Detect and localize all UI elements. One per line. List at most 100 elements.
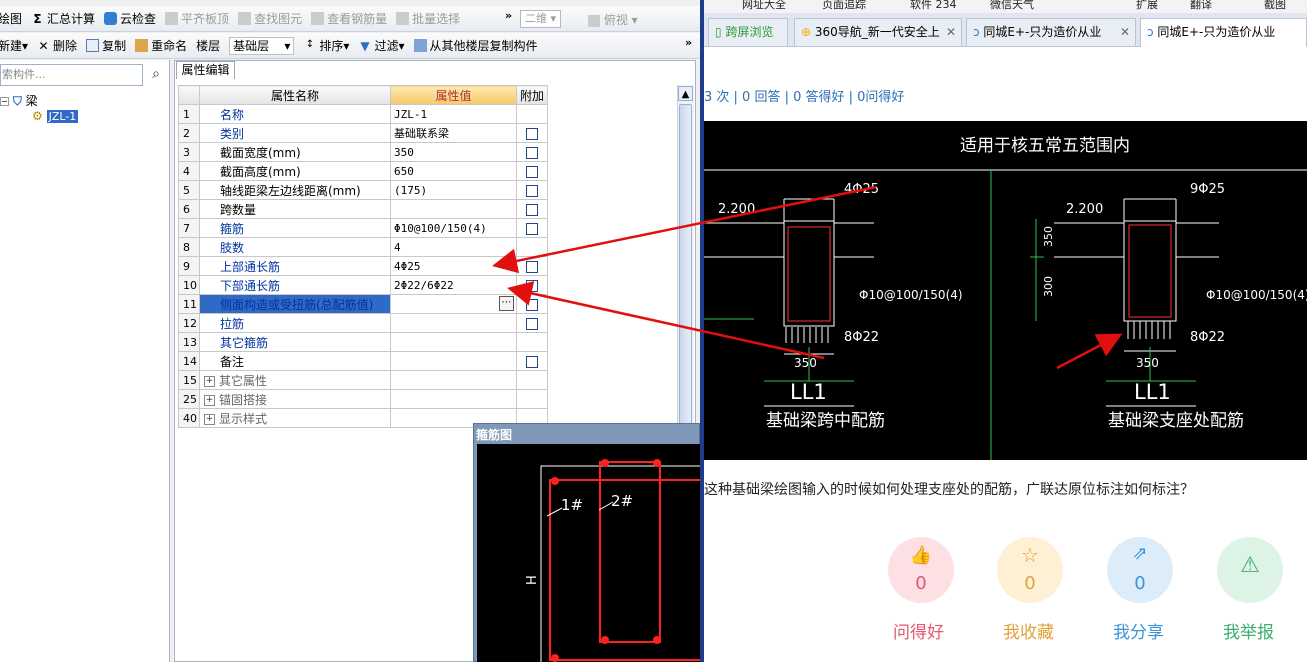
property-value[interactable] — [390, 199, 517, 219]
property-row[interactable]: 14 备注 — [178, 351, 548, 371]
view-rebar-button[interactable]: 查看钢筋量 — [311, 10, 387, 27]
property-value[interactable]: JZL-1 — [390, 104, 517, 124]
property-row[interactable]: 13 其它箍筋 — [178, 332, 548, 352]
attach-checkbox[interactable] — [526, 165, 538, 178]
property-row[interactable]: 15 + 其它属性 — [178, 370, 548, 390]
attach-checkbox[interactable] — [526, 260, 538, 273]
cloud-check-button[interactable]: 云检查 — [104, 10, 156, 27]
property-row[interactable]: 5 轴线距梁左边线距离(mm) (175) — [178, 180, 548, 200]
attach-checkbox[interactable] — [526, 355, 538, 368]
property-row[interactable]: 2 类别 基础联系梁 — [178, 123, 548, 143]
component-toolbar: 新建 ▾ ✕ 删除 复制 重命名 楼层 基础层 ▾ ↕ 排序 ▾ ▼ 过滤 ▾ 从其他… — [0, 33, 700, 59]
scroll-up-icon[interactable]: ▲ — [678, 86, 693, 101]
bookmark-2[interactable]: 软件 234 — [910, 0, 957, 12]
property-row[interactable]: 3 截面宽度(mm) 350 — [178, 142, 548, 162]
property-row[interactable]: 10 下部通长筋 2Φ22/6Φ22 — [178, 275, 548, 295]
tab-360-nav[interactable]: ⊕ 360导航_新一代安全上 ✕ — [794, 18, 962, 46]
bookmark-0[interactable]: 网址大全 — [742, 0, 786, 12]
property-value[interactable]: (175) — [390, 180, 517, 200]
attach-checkbox[interactable] — [526, 146, 538, 159]
bookmark-6[interactable]: 截图 — [1264, 0, 1286, 12]
report-button[interactable]: ⚠ — [1217, 537, 1283, 603]
property-value[interactable] — [390, 332, 517, 352]
property-row[interactable]: 25 + 锚固搭接 — [178, 389, 548, 409]
property-row[interactable]: 11 侧面构造或受扭筋(总配筋值) ⋯ — [178, 294, 548, 314]
attach-checkbox[interactable] — [526, 298, 538, 311]
tree-collapse-icon[interactable]: − — [0, 97, 9, 106]
ellipsis-button[interactable]: ⋯ — [499, 296, 514, 311]
filter-button[interactable]: ▼ 过滤 ▾ — [358, 37, 404, 54]
tree-node-beam[interactable]: − ⛉ 梁 — [0, 92, 38, 109]
attach-checkbox[interactable] — [526, 222, 538, 235]
floor-select[interactable]: 基础层 ▾ — [229, 36, 295, 55]
favorite-label[interactable]: 我收藏 — [1003, 618, 1054, 643]
align-slab-top-button[interactable]: 平齐板顶 — [165, 10, 229, 27]
search-icon[interactable]: ⌕ — [146, 64, 166, 86]
expand-plus-icon[interactable]: + — [204, 394, 215, 406]
property-value[interactable]: Φ10@100/150(4) — [390, 218, 517, 238]
property-value[interactable]: 650 — [390, 161, 517, 181]
property-row[interactable]: 9 上部通长筋 4Φ25 — [178, 256, 548, 276]
copy-button[interactable]: 复制 — [86, 37, 126, 54]
tab-cross-screen[interactable]: ▯ 跨屏浏览 — [708, 18, 788, 46]
report-label[interactable]: 我举报 — [1223, 618, 1274, 643]
summary-calc-button[interactable]: Σ 汇总计算 — [31, 10, 95, 27]
like-question-button[interactable]: 👍 0 — [888, 537, 954, 603]
bookmark-1[interactable]: 页面追踪 — [822, 0, 866, 12]
tab-tongcheng-2[interactable]: ↄ 同城E+-只为造价从业 — [1140, 18, 1307, 47]
property-row[interactable]: 1 名称 JZL-1 — [178, 104, 548, 124]
property-row[interactable]: 12 拉筋 — [178, 313, 548, 333]
property-value[interactable] — [390, 351, 517, 371]
attach-checkbox[interactable] — [526, 203, 538, 216]
attach-cell — [516, 104, 548, 124]
like-question-label[interactable]: 问得好 — [893, 618, 944, 643]
tree-node-jzl1[interactable]: ⚙ JZL-1 — [32, 109, 79, 123]
property-value[interactable]: ⋯ — [390, 294, 517, 314]
property-value[interactable] — [390, 313, 517, 333]
attach-checkbox[interactable] — [526, 317, 538, 330]
view-dimension-select[interactable]: 二维 ▾ — [520, 10, 562, 28]
batch-select-button[interactable]: 批量选择 — [396, 10, 460, 27]
bookmark-4[interactable]: 扩展 — [1136, 0, 1158, 12]
property-value[interactable]: 4 — [390, 237, 517, 257]
bookmark-5[interactable]: 翻译 — [1190, 0, 1212, 12]
property-row[interactable]: 8 肢数 4 — [178, 237, 548, 257]
close-tab-icon[interactable]: ✕ — [946, 19, 956, 45]
tab-tongcheng-1[interactable]: ↄ 同城E+-只为造价从业 ✕ — [966, 18, 1136, 46]
rename-button[interactable]: 重命名 — [135, 37, 187, 54]
attach-checkbox[interactable] — [526, 127, 538, 140]
tab-property-edit[interactable]: 属性编辑 — [176, 61, 235, 79]
find-element-button[interactable]: 查找图元 — [238, 10, 302, 27]
property-value[interactable]: 基础联系梁 — [390, 123, 517, 143]
bookmark-3[interactable]: 微信天气 — [990, 0, 1034, 12]
property-value[interactable] — [390, 389, 517, 409]
property-row[interactable]: 6 跨数量 — [178, 199, 548, 219]
new-button[interactable]: 新建 ▾ — [0, 37, 28, 54]
left-width-label: 350 — [794, 356, 817, 370]
draw-button[interactable]: 绘图 — [0, 10, 22, 27]
component-search-input[interactable]: 索构件... — [0, 64, 143, 86]
view-mode-select[interactable]: 俯视 ▾ — [588, 11, 638, 28]
toolbar1-overflow-chevron[interactable]: » — [505, 9, 512, 22]
scrollbar-thumb[interactable] — [679, 104, 692, 424]
copy-from-floor-button[interactable]: 从其他楼层复制构件 — [413, 37, 538, 54]
favorite-button[interactable]: ☆ 0 — [997, 537, 1063, 603]
property-row[interactable]: 7 箍筋 Φ10@100/150(4) — [178, 218, 548, 238]
property-value[interactable]: 2Φ22/6Φ22 — [390, 275, 517, 295]
property-value[interactable] — [390, 370, 517, 390]
property-name: + 显示样式 — [199, 408, 391, 428]
attach-checkbox[interactable] — [526, 279, 538, 292]
expand-plus-icon[interactable]: + — [204, 413, 215, 425]
delete-button[interactable]: ✕ 删除 — [37, 37, 78, 54]
property-row[interactable]: 4 截面高度(mm) 650 — [178, 161, 548, 181]
sort-button[interactable]: ↕ 排序 ▾ — [303, 37, 350, 54]
toolbar2-overflow-chevron[interactable]: » — [685, 36, 692, 49]
close-tab-icon[interactable]: ✕ — [1120, 19, 1130, 45]
share-label[interactable]: 我分享 — [1113, 618, 1164, 643]
attach-checkbox[interactable] — [526, 184, 538, 197]
share-icon: ⇗ — [1132, 543, 1148, 564]
expand-plus-icon[interactable]: + — [204, 375, 215, 387]
share-button[interactable]: ⇗ 0 — [1107, 537, 1173, 603]
property-value[interactable]: 350 — [390, 142, 517, 162]
property-value[interactable]: 4Φ25 — [390, 256, 517, 276]
